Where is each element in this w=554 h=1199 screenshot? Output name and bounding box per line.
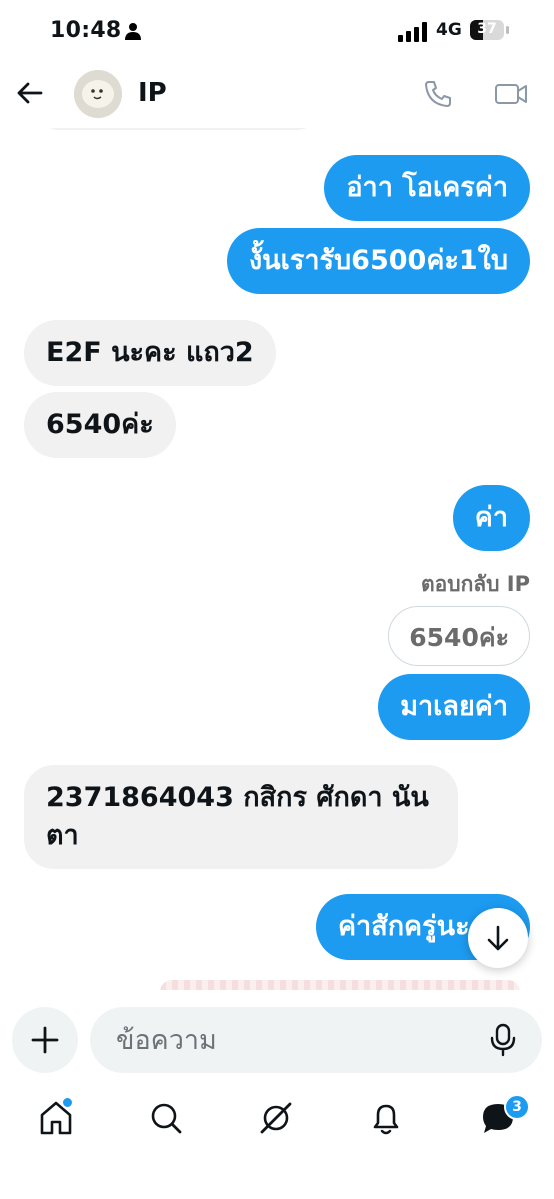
plus-icon [31, 1026, 59, 1054]
status-bar: 10:48 4G 37 [0, 0, 554, 60]
message-line: 2371864043 กสิกร ศักดา นัน [46, 782, 429, 813]
message-input[interactable] [90, 1007, 542, 1073]
previous-message-stub [40, 128, 316, 130]
message-bubble[interactable]: E2F นะคะ แถว2 [24, 320, 276, 386]
message-bubble[interactable]: 6540ค่ะ [24, 392, 176, 458]
network-type: 4G [436, 20, 462, 40]
video-call-icon[interactable] [494, 78, 528, 110]
avatar-image [74, 70, 122, 118]
message-bubble[interactable]: ค่า [452, 485, 530, 551]
microphone-icon[interactable] [488, 1023, 518, 1057]
notifications-bell-icon[interactable] [366, 1098, 406, 1138]
arrow-down-icon [487, 925, 509, 951]
media-message-stub [160, 980, 520, 990]
messages-badge: 3 [504, 1094, 530, 1120]
bottom-navigation: 3 [0, 1090, 554, 1150]
message-composer [0, 1005, 554, 1073]
quoted-message[interactable]: 6540ค่ะ [388, 606, 530, 666]
search-icon[interactable] [146, 1098, 186, 1138]
add-attachment-button[interactable] [12, 1007, 78, 1073]
grok-icon[interactable] [256, 1098, 296, 1138]
message-list: อ่าา โอเครค่า งั้นเรารับ6500ค่ะ1ใบ E2F น… [0, 128, 554, 990]
battery-icon: 37 [470, 20, 512, 42]
reply-label: ตอบกลับ IP [420, 572, 530, 596]
avatar[interactable] [74, 70, 122, 118]
back-arrow-icon[interactable] [14, 78, 44, 108]
message-bubble[interactable]: มาเลยค่า [378, 674, 530, 740]
cellular-signal-icon [398, 22, 427, 42]
battery-percent: 37 [477, 21, 497, 37]
scroll-to-bottom-button[interactable] [468, 908, 528, 968]
status-time: 10:48 [50, 18, 122, 43]
contact-name[interactable]: IP [138, 78, 167, 108]
message-bubble[interactable]: 2371864043 กสิกร ศักดา นัน ตา [24, 765, 458, 869]
message-bubble[interactable]: งั้นเรารับ6500ค่ะ1ใบ [227, 228, 530, 294]
person-icon [125, 23, 141, 40]
message-bubble[interactable]: อ่าา โอเครค่า [324, 155, 530, 221]
conversation-header: IP [0, 60, 554, 128]
message-line: ตา [46, 820, 79, 851]
phone-call-icon[interactable] [422, 78, 454, 110]
home-notification-dot [61, 1096, 74, 1109]
